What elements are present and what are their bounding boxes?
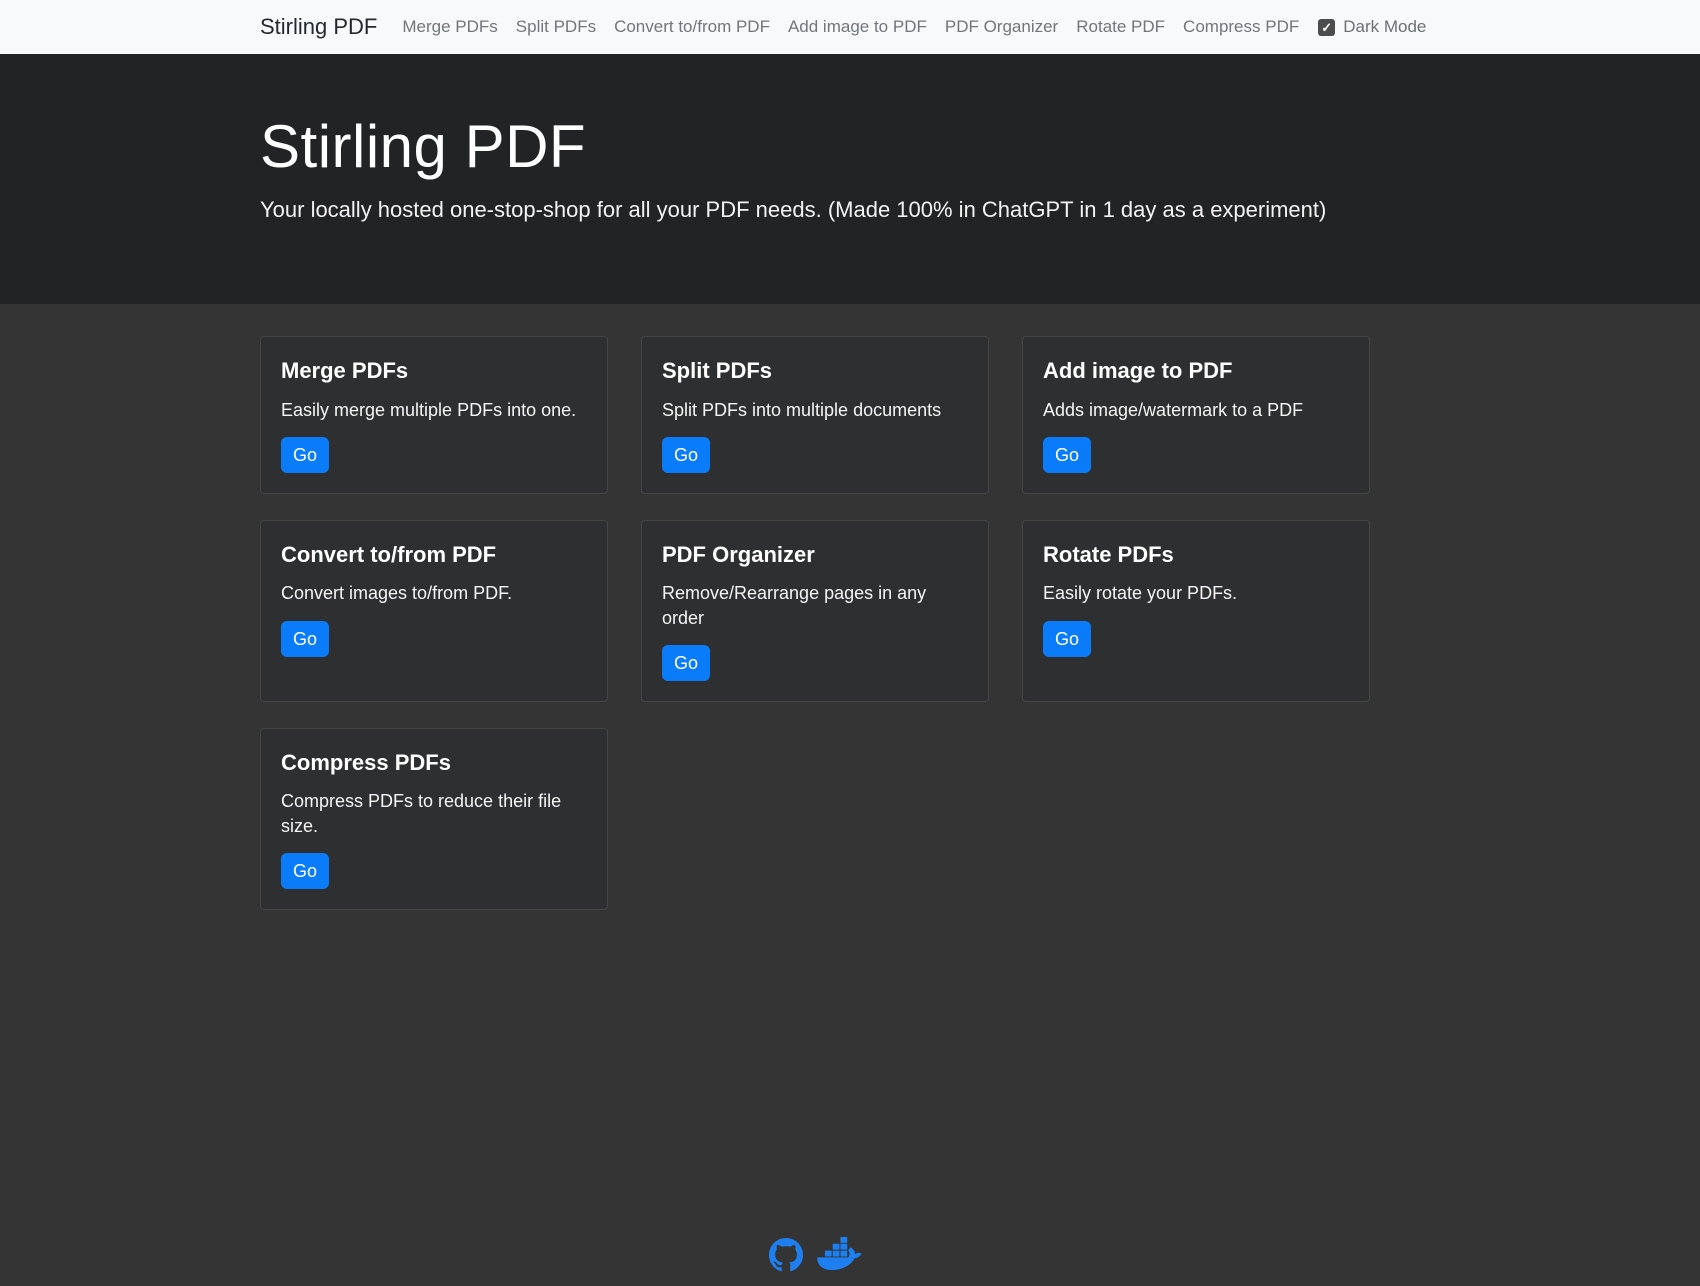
nav-item-merge-pdfs[interactable]: Merge PDFs (393, 17, 506, 37)
card-pdf-organizer: PDF Organizer Remove/Rearrange pages in … (641, 520, 989, 702)
card-rotate-pdfs: Rotate PDFs Easily rotate your PDFs. Go (1022, 520, 1370, 702)
feature-card-grid: Merge PDFs Easily merge multiple PDFs in… (260, 336, 1370, 910)
dark-mode-checkbox[interactable] (1318, 19, 1335, 36)
card-title: PDF Organizer (662, 541, 968, 569)
go-button-rotate-pdfs[interactable]: Go (1043, 621, 1091, 657)
top-navbar: Stirling PDF Merge PDFs Split PDFs Conve… (0, 0, 1700, 54)
card-description: Easily merge multiple PDFs into one. (281, 398, 587, 422)
card-convert-pdf: Convert to/from PDF Convert images to/fr… (260, 520, 608, 702)
card-title: Convert to/from PDF (281, 541, 587, 569)
card-add-image-to-pdf: Add image to PDF Adds image/watermark to… (1022, 336, 1370, 494)
nav-links: Merge PDFs Split PDFs Convert to/from PD… (393, 17, 1426, 37)
nav-item-convert-pdf[interactable]: Convert to/from PDF (605, 17, 779, 37)
card-description: Remove/Rearrange pages in any order (662, 581, 968, 630)
go-button-convert-pdf[interactable]: Go (281, 621, 329, 657)
dark-mode-toggle-group: Dark Mode (1318, 17, 1426, 37)
card-description: Split PDFs into multiple documents (662, 398, 968, 422)
github-icon (769, 1238, 803, 1272)
docker-icon (815, 1237, 862, 1272)
card-compress-pdfs: Compress PDFs Compress PDFs to reduce th… (260, 728, 608, 910)
card-split-pdfs: Split PDFs Split PDFs into multiple docu… (641, 336, 989, 494)
docker-link[interactable] (815, 1237, 862, 1272)
card-title: Compress PDFs (281, 749, 587, 777)
card-title: Add image to PDF (1043, 357, 1349, 385)
card-title: Merge PDFs (281, 357, 587, 385)
card-description: Compress PDFs to reduce their file size. (281, 789, 587, 838)
go-button-compress-pdfs[interactable]: Go (281, 853, 329, 889)
card-description: Convert images to/from PDF. (281, 581, 587, 605)
card-title: Rotate PDFs (1043, 541, 1349, 569)
nav-item-pdf-organizer[interactable]: PDF Organizer (936, 17, 1067, 37)
github-link[interactable] (769, 1238, 803, 1272)
go-button-split-pdfs[interactable]: Go (662, 437, 710, 473)
card-description: Adds image/watermark to a PDF (1043, 398, 1349, 422)
nav-item-add-image[interactable]: Add image to PDF (779, 17, 936, 37)
page-title: Stirling PDF (260, 112, 1700, 181)
go-button-pdf-organizer[interactable]: Go (662, 645, 710, 681)
hero-banner: Stirling PDF Your locally hosted one-sto… (0, 54, 1700, 304)
nav-item-split-pdfs[interactable]: Split PDFs (507, 17, 605, 37)
footer (260, 1237, 1370, 1286)
go-button-merge-pdfs[interactable]: Go (281, 437, 329, 473)
nav-item-rotate-pdf[interactable]: Rotate PDF (1067, 17, 1174, 37)
nav-item-compress-pdf[interactable]: Compress PDF (1174, 17, 1308, 37)
card-merge-pdfs: Merge PDFs Easily merge multiple PDFs in… (260, 336, 608, 494)
dark-mode-label: Dark Mode (1343, 17, 1426, 37)
page-subtitle: Your locally hosted one-stop-shop for al… (260, 197, 1700, 223)
brand-link[interactable]: Stirling PDF (260, 14, 377, 40)
go-button-add-image[interactable]: Go (1043, 437, 1091, 473)
card-title: Split PDFs (662, 357, 968, 385)
card-description: Easily rotate your PDFs. (1043, 581, 1349, 605)
